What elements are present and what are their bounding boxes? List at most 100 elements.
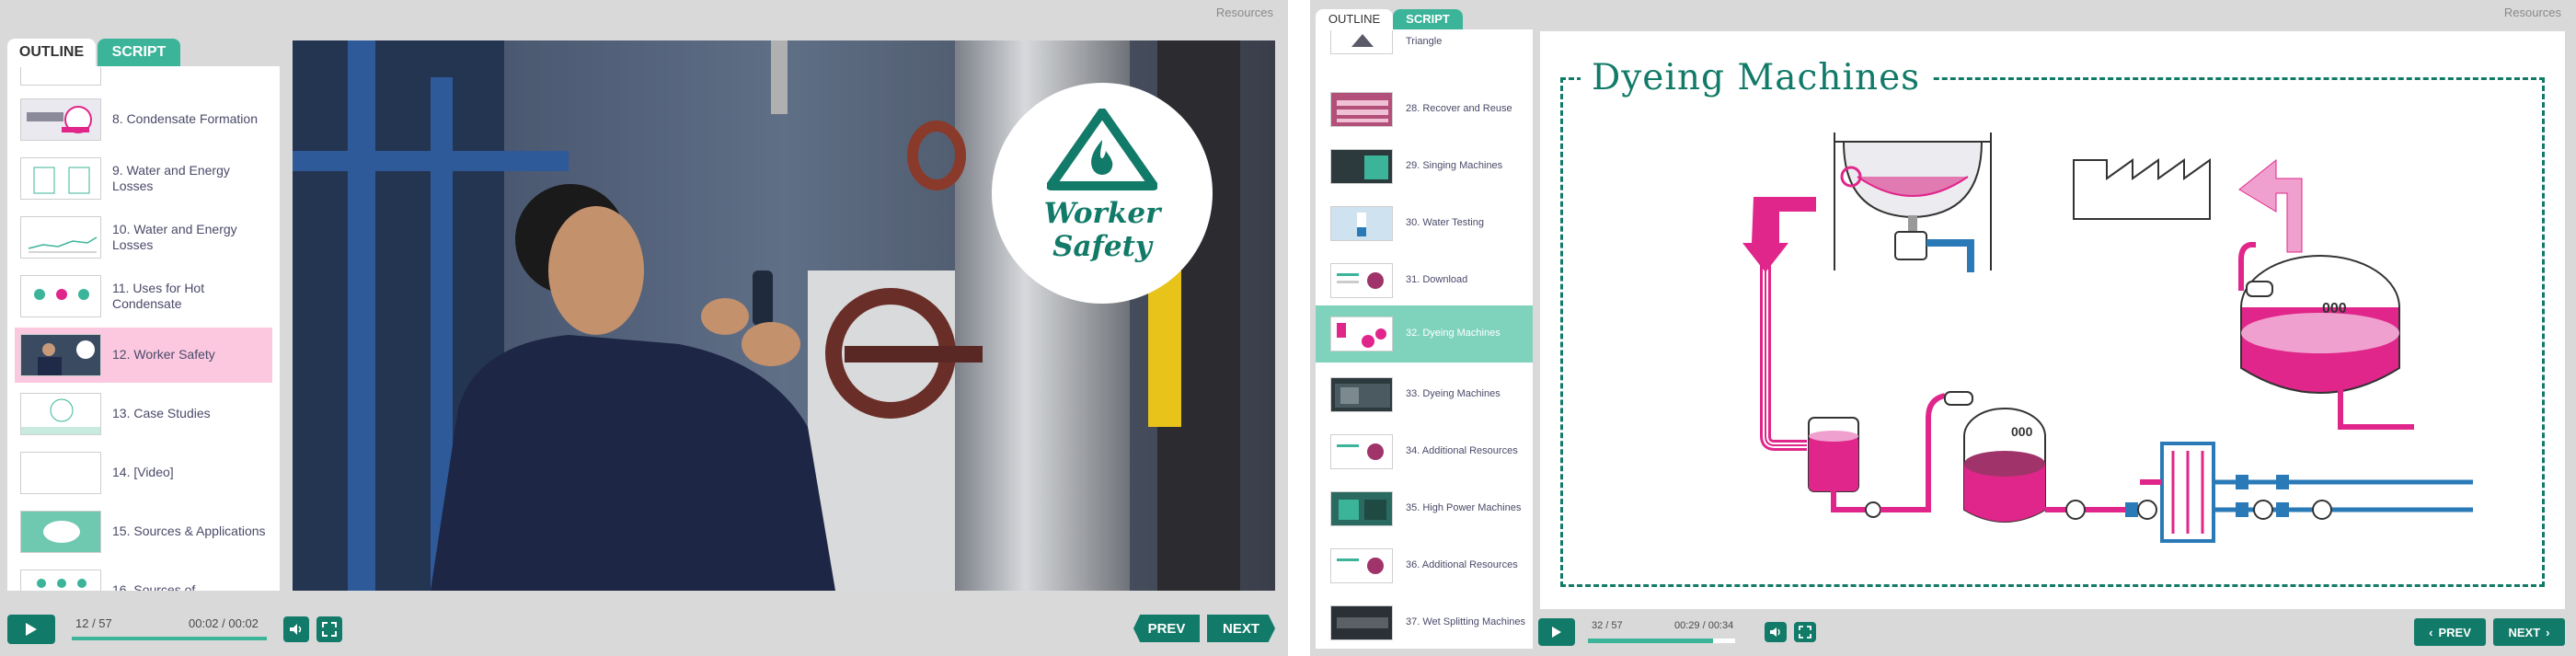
list-item-label: 30. Water Testing [1406, 217, 1484, 229]
list-item[interactable]: 36. Additional Resources [1321, 543, 1527, 589]
list-item-active[interactable]: 32. Dyeing Machines [1316, 305, 1533, 363]
slide-thumbnail [20, 334, 101, 376]
slide-thumbnail [1330, 548, 1393, 583]
resources-thumbnail-icon [1337, 558, 1384, 574]
list-item[interactable]: 35. High Power Machines [1321, 486, 1527, 532]
prev-button[interactable]: ‹ PREV [2414, 618, 2486, 646]
list-item[interactable]: 29. Singing Machines [1321, 144, 1527, 190]
slide-thumbnail [20, 157, 101, 200]
badge-line-1: Worker [1043, 197, 1161, 230]
singing-thumbnail-icon [1364, 155, 1388, 179]
list-item[interactable]: 33. Dyeing Machines [1321, 372, 1527, 418]
slide-thumbnail [20, 452, 101, 494]
sources-thumbnail-icon [43, 521, 80, 543]
list-item-label: 29. Singing Machines [1406, 160, 1503, 172]
list-item[interactable]: 8. Condensate Formation [15, 94, 272, 145]
slide-thumbnail [1330, 377, 1393, 412]
play-button[interactable] [7, 615, 55, 644]
list-item[interactable]: 30. Water Testing [1321, 201, 1527, 247]
list-item[interactable]: 10. Water and Energy Losses [15, 212, 272, 263]
slide-thumbnail [20, 216, 101, 259]
list-item-label: 9. Water and Energy Losses [112, 162, 230, 194]
list-item-label: 13. Case Studies [112, 406, 211, 421]
dyeing-thumbnail-icon [1337, 323, 1386, 348]
fullscreen-button[interactable] [316, 616, 342, 642]
slide-stage: Worker Safety [293, 40, 1275, 591]
chart-thumbnail-icon [33, 167, 90, 194]
play-icon [1552, 627, 1561, 638]
triangle-thumbnail-icon [1351, 34, 1374, 47]
list-item-label: 35. High Power Machines [1406, 502, 1522, 514]
slide-stage: Dyeing Machines 000 000 [1540, 31, 2565, 609]
list-item-label: 36. Additional Resources [1406, 559, 1518, 571]
time-display: 00:29 / 00:34 [1674, 620, 1734, 631]
seek-bar[interactable] [72, 635, 267, 642]
download-thumbnail-icon [1337, 272, 1384, 289]
list-item-label: 32. Dyeing Machines [1406, 328, 1501, 340]
tab-script[interactable]: SCRIPT [98, 39, 180, 66]
prev-label: PREV [1147, 620, 1186, 637]
play-button[interactable] [1538, 618, 1575, 646]
list-item-label: Triangle [1406, 36, 1443, 48]
seek-progress [1588, 639, 1713, 643]
expand-icon [322, 622, 337, 637]
list-item[interactable]: 16. Sources of [15, 565, 272, 591]
fire-warning-icon [1047, 109, 1157, 190]
tab-script[interactable]: SCRIPT [1393, 9, 1463, 29]
tab-outline[interactable]: OUTLINE [1316, 9, 1393, 29]
list-item[interactable]: 14. [Video] [15, 447, 272, 499]
slide-thumbnail [20, 511, 101, 553]
slide-thumbnail [20, 393, 101, 435]
resources-thumbnail-icon [1337, 443, 1384, 460]
list-item[interactable]: 31. Download [1321, 258, 1527, 304]
tank-label-2: 000 [2011, 424, 2033, 439]
slide-thumbnail [1330, 92, 1393, 127]
dyeing-photo-icon [1335, 384, 1390, 408]
player-controls: 32 / 57 00:29 / 00:34 ‹ PREV NEXT › [1310, 613, 2576, 653]
slide-thumbnail [1330, 316, 1393, 351]
list-item-active[interactable]: 12. Worker Safety [15, 328, 272, 383]
time-display: 00:02 / 00:02 [189, 616, 259, 630]
list-item[interactable]: 34. Additional Resources [1321, 429, 1527, 475]
prev-button[interactable]: PREV [1133, 615, 1200, 642]
resources-link[interactable]: Resources [1216, 6, 1273, 19]
list-item[interactable] [15, 66, 272, 86]
outline-list: Triangle 28. Recover and Reuse 29. Singi… [1316, 29, 1533, 649]
slide-thumbnail [1330, 206, 1393, 241]
slide-thumbnail [20, 98, 101, 141]
badge-line-2: Safety [1052, 230, 1152, 263]
right-player: Resources OUTLINE SCRIPT Triangle 28. Re… [1310, 0, 2576, 656]
fullscreen-button[interactable] [1794, 622, 1816, 642]
list-item[interactable]: Triangle [1321, 29, 1527, 55]
next-label: NEXT [1222, 620, 1259, 637]
pipe-illustration-icon [27, 106, 92, 133]
list-item-label: 28. Recover and Reuse [1406, 103, 1512, 115]
water-testing-icon [1357, 213, 1366, 236]
outline-list: 8. Condensate Formation 9. Water and Ene… [7, 66, 280, 591]
play-icon [26, 623, 37, 636]
list-item[interactable]: 28. Recover and Reuse [1321, 86, 1527, 132]
list-item-label: 15. Sources & Applications [112, 524, 266, 539]
list-item[interactable]: 15. Sources & Applications [15, 506, 272, 558]
volume-button[interactable] [283, 616, 309, 642]
volume-icon [290, 624, 302, 635]
high-power-icon [1339, 500, 1386, 520]
list-item[interactable]: 13. Case Studies [15, 388, 272, 440]
next-button[interactable]: NEXT › [2493, 618, 2565, 646]
list-item-label: 14. [Video] [112, 465, 174, 480]
expand-icon [1799, 626, 1811, 639]
list-item-label: 31. Download [1406, 274, 1468, 286]
left-player: Resources OUTLINE SCRIPT 8. Condensate F… [0, 0, 1288, 656]
slide-thumbnail [1330, 149, 1393, 184]
list-item[interactable]: 9. Water and Energy Losses [15, 153, 272, 204]
list-item[interactable]: 11. Uses for Hot Condensate [15, 270, 272, 322]
resources-link[interactable]: Resources [2504, 6, 2561, 19]
tank-label-1: 000 [2322, 301, 2347, 316]
next-button[interactable]: NEXT [1207, 615, 1275, 642]
seek-bar[interactable] [1588, 637, 1735, 644]
volume-button[interactable] [1765, 622, 1787, 642]
list-item-label: 16. Sources of [112, 582, 196, 591]
player-controls: 12 / 57 00:02 / 00:02 PREV NEXT [0, 607, 1288, 651]
slide-thumbnail [1330, 30, 1393, 54]
tab-outline[interactable]: OUTLINE [7, 39, 96, 66]
